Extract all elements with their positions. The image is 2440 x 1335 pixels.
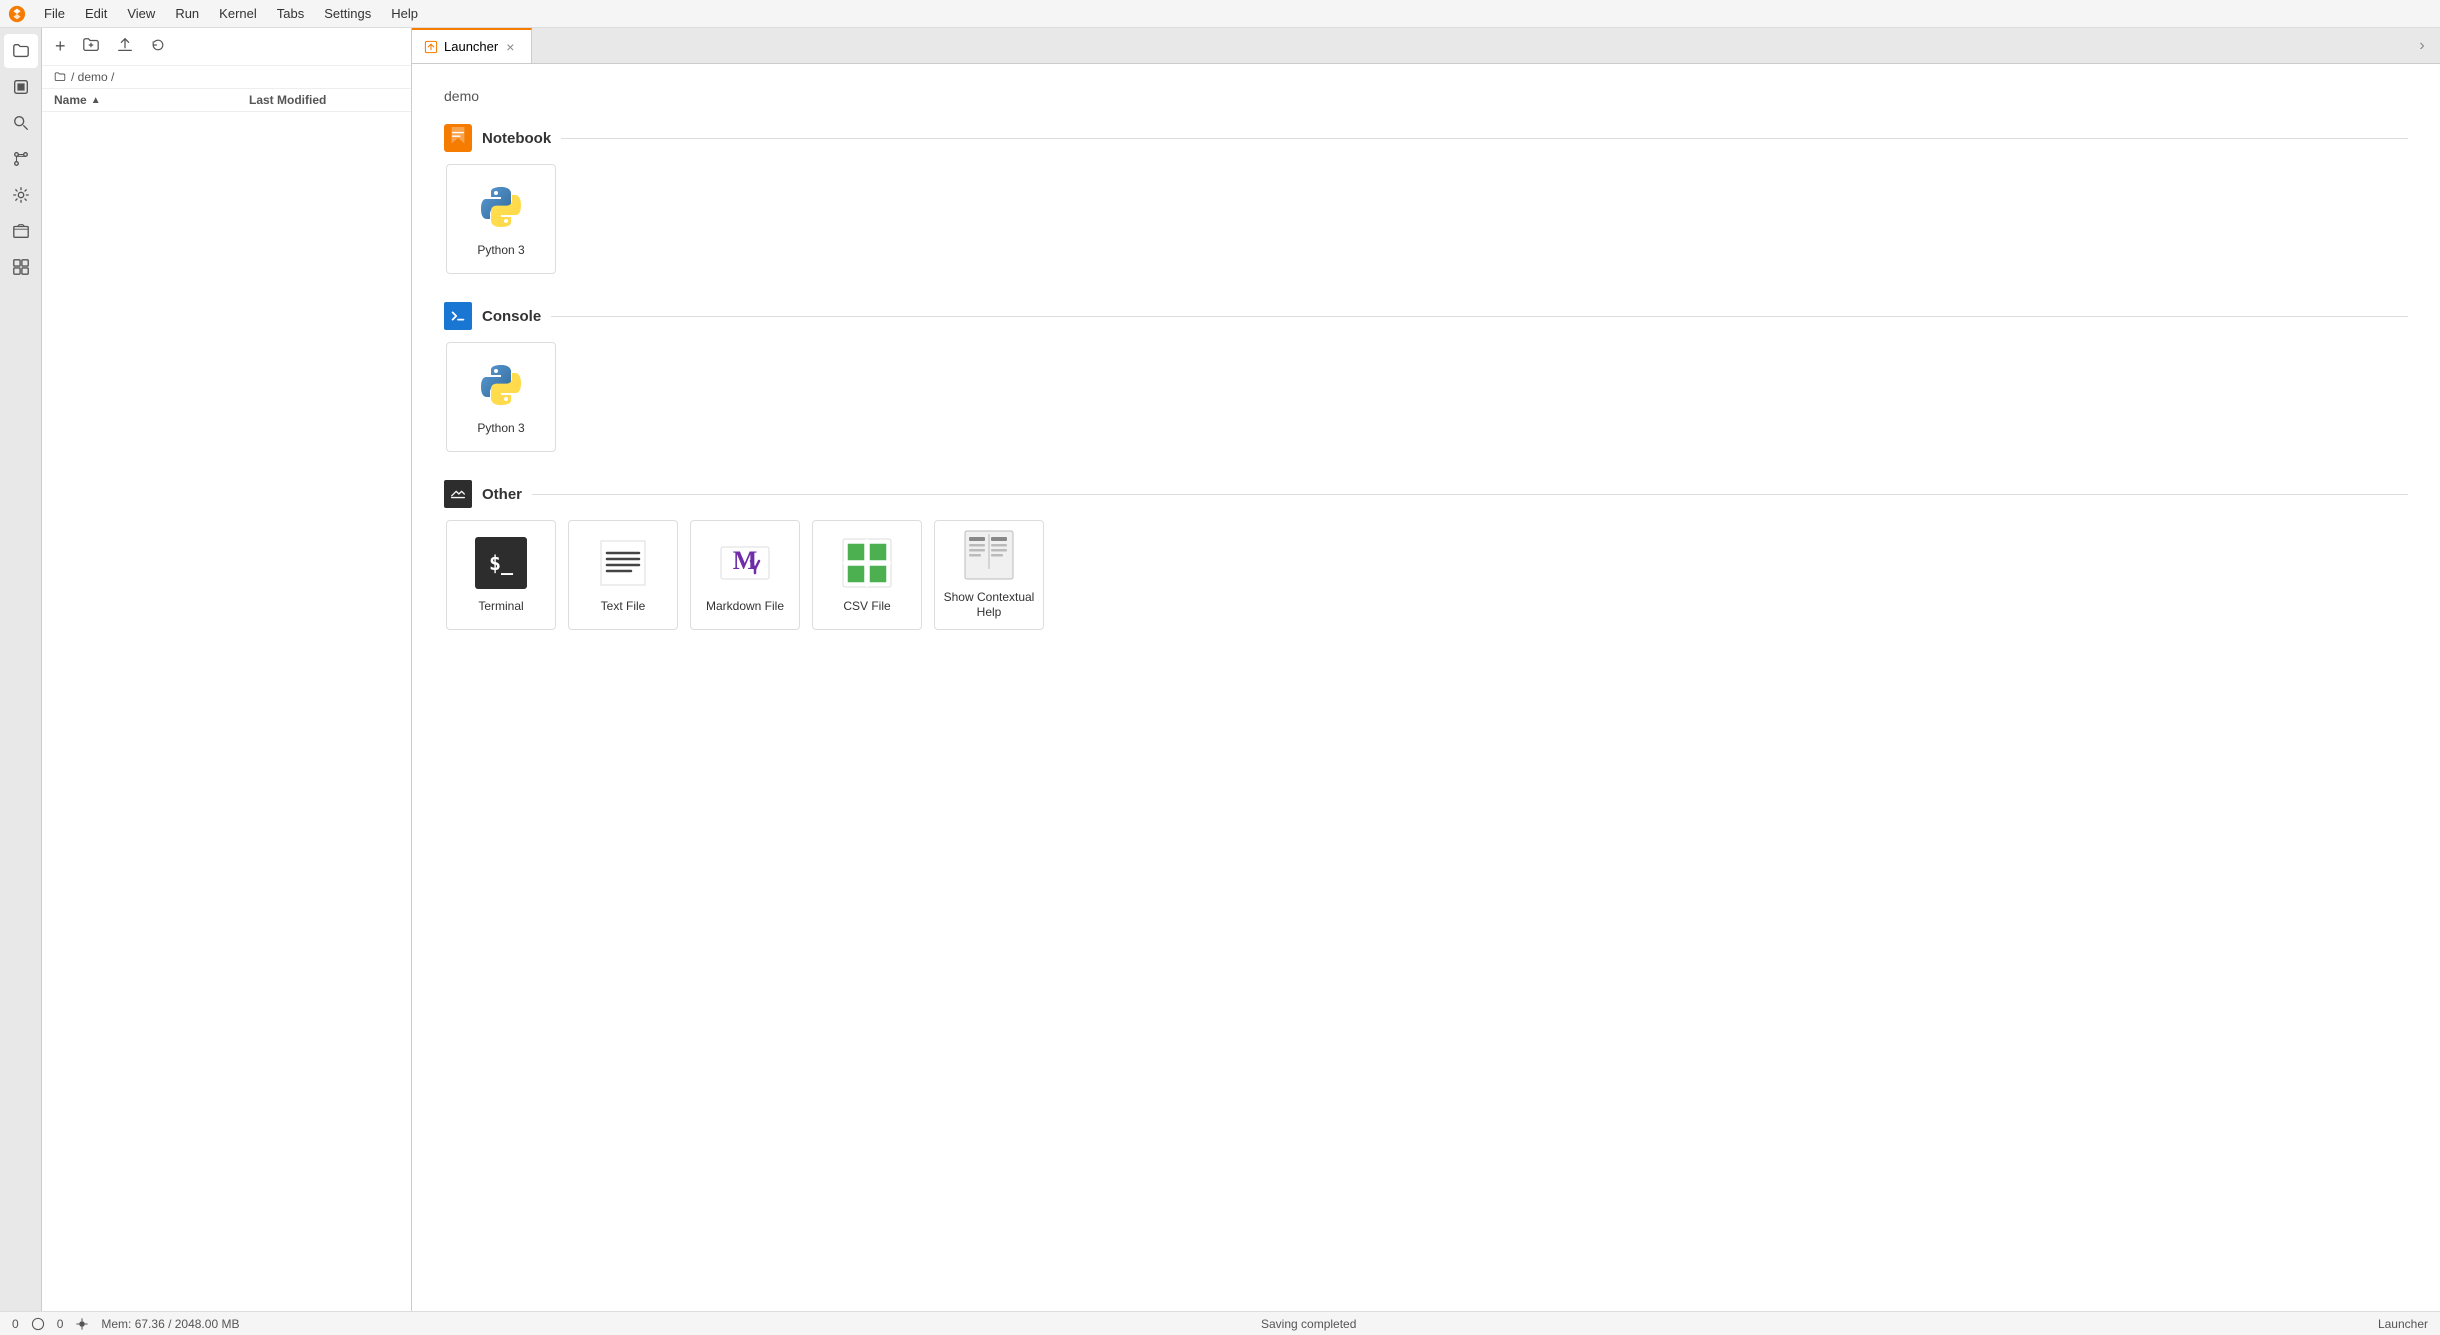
terminal-card[interactable]: $_ Terminal (446, 520, 556, 630)
file-browser-header: Name ▲ Last Modified (42, 89, 411, 112)
console-divider (551, 316, 2408, 317)
notebook-section-title: Notebook (482, 130, 551, 147)
app-logo (8, 5, 26, 23)
contextual-help-card[interactable]: Show Contextual Help (934, 520, 1044, 630)
notebook-divider (561, 138, 2408, 139)
status-count-1: 0 (12, 1317, 19, 1331)
contextual-help-label: Show Contextual Help (943, 590, 1035, 621)
menu-kernel[interactable]: Kernel (211, 4, 265, 23)
contextual-help-icon (961, 529, 1017, 582)
refresh-button[interactable] (145, 34, 171, 59)
python3-notebook-card[interactable]: Python 3 (446, 164, 556, 274)
menu-edit[interactable]: Edit (77, 4, 115, 23)
menu-tabs[interactable]: Tabs (269, 4, 312, 23)
menu-file[interactable]: File (36, 4, 73, 23)
tab-close-button[interactable]: × (504, 40, 516, 54)
status-message: Saving completed (251, 1317, 2366, 1331)
upload-button[interactable] (111, 33, 139, 60)
python3-console-icon (473, 357, 529, 413)
console-section-title: Console (482, 308, 541, 325)
other-divider (532, 494, 2408, 495)
python3-console-card[interactable]: Python 3 (446, 342, 556, 452)
terminal-icon: $_ (473, 535, 529, 591)
tab-scroll-right[interactable]: › (2404, 28, 2440, 63)
file-list (42, 112, 411, 1311)
other-section-icon (444, 480, 472, 508)
file-browser: + (42, 28, 412, 1311)
breadcrumb: / demo / (42, 66, 411, 89)
circle-icon (31, 1317, 45, 1331)
other-section-header: Other (444, 480, 2408, 508)
launcher-path: demo (444, 88, 2408, 104)
markdown-card[interactable]: M Markdown File (690, 520, 800, 630)
menu-view[interactable]: View (119, 4, 163, 23)
launcher-panel: demo Notebook (412, 64, 2440, 1311)
other-section-title: Other (482, 486, 522, 503)
sidebar-icon-extensions[interactable] (4, 250, 38, 284)
col-name-header[interactable]: Name ▲ (54, 93, 249, 107)
sidebar (0, 28, 42, 1311)
other-cards: $_ Terminal Text File (444, 520, 2408, 630)
sidebar-icon-search[interactable] (4, 106, 38, 140)
sidebar-icon-folder[interactable] (4, 34, 38, 68)
menu-help[interactable]: Help (383, 4, 426, 23)
tab-launcher[interactable]: Launcher × (412, 28, 532, 63)
content-area: Launcher × › demo Notebo (412, 28, 2440, 1311)
notebook-cards: Python 3 (444, 164, 2408, 274)
notebook-section-icon (444, 124, 472, 152)
textfile-card[interactable]: Text File (568, 520, 678, 630)
status-right-label: Launcher (2378, 1317, 2428, 1331)
memory-info: Mem: 67.36 / 2048.00 MB (101, 1317, 239, 1331)
sidebar-icon-folder2[interactable] (4, 214, 38, 248)
terminal-label: Terminal (478, 599, 523, 615)
new-file-button[interactable]: + (50, 33, 71, 60)
tab-bar: Launcher × › (412, 28, 2440, 64)
csv-icon (839, 535, 895, 591)
python3-notebook-label: Python 3 (477, 243, 524, 259)
textfile-icon (595, 535, 651, 591)
console-cards: Python 3 (444, 342, 2408, 452)
notebook-section-header: Notebook (444, 124, 2408, 152)
file-browser-toolbar: + (42, 28, 411, 66)
python3-notebook-icon (473, 179, 529, 235)
menubar: File Edit View Run Kernel Tabs Settings … (0, 0, 2440, 28)
menu-settings[interactable]: Settings (316, 4, 379, 23)
new-folder-button[interactable] (77, 33, 105, 60)
status-bar: 0 0 Mem: 67.36 / 2048.00 MB Saving compl… (0, 1311, 2440, 1335)
markdown-label: Markdown File (706, 599, 784, 615)
console-section-header: Console (444, 302, 2408, 330)
csv-label: CSV File (843, 599, 890, 615)
textfile-label: Text File (601, 599, 646, 615)
python3-console-label: Python 3 (477, 421, 524, 437)
kernel-icon (75, 1317, 89, 1331)
console-section-icon (444, 302, 472, 330)
csv-card[interactable]: CSV File (812, 520, 922, 630)
status-count-2: 0 (57, 1317, 64, 1331)
menu-run[interactable]: Run (167, 4, 207, 23)
sidebar-icon-git[interactable] (4, 142, 38, 176)
svg-text:M: M (733, 546, 758, 575)
sidebar-icon-settings[interactable] (4, 178, 38, 212)
breadcrumb-text: / demo / (71, 70, 114, 84)
markdown-icon: M (717, 535, 773, 591)
col-modified-header[interactable]: Last Modified (249, 93, 399, 107)
sidebar-icon-running[interactable] (4, 70, 38, 104)
